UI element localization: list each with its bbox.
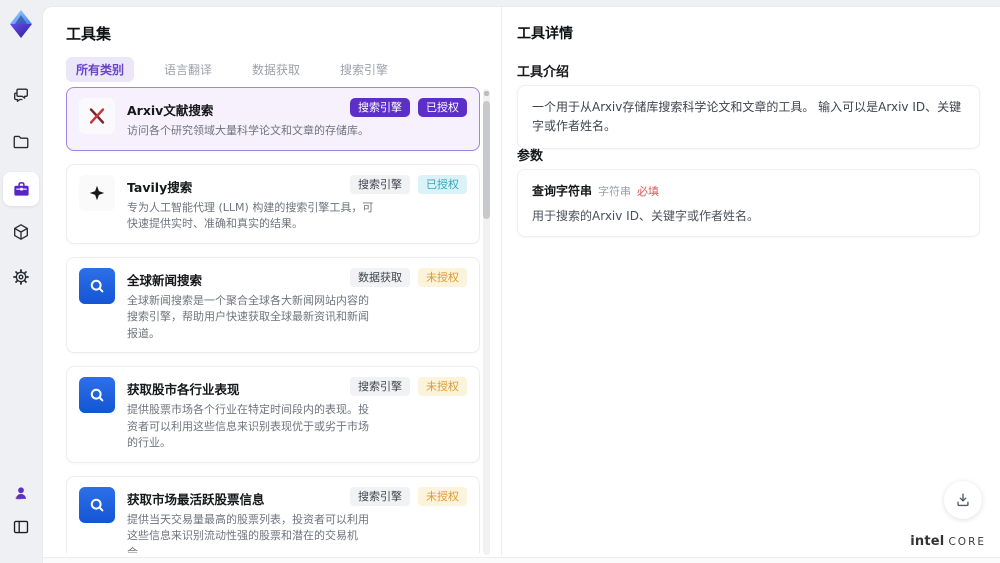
param-name: 查询字符串 [532,184,593,198]
arxiv-logo-icon [79,98,115,134]
download-icon [957,493,969,507]
category-badge: 搜索引擎 [350,486,410,506]
tool-description: 访问各个研究领域大量科学论文和文章的存储库。 [127,124,369,137]
tab-search-engine[interactable]: 搜索引擎 [330,57,398,82]
category-badge: 数据获取 [350,267,410,287]
gear-icon[interactable] [12,268,30,286]
blue-search-icon [79,486,115,523]
sidebar-item-tools-active[interactable] [3,172,39,206]
tab-data-acquisition[interactable]: 数据获取 [242,57,310,82]
detail-title: 工具详情 [517,26,573,42]
auth-badge: 已授权 [418,98,467,117]
param-type: 字符串 [598,185,632,198]
cube-icon[interactable] [12,223,30,241]
tool-description: 全球新闻搜索是一个聚合全球各大新闻网站内容的搜索引擎，帮助用户快速获取全球最新资… [127,293,369,340]
category-badge: 搜索引擎 [350,174,410,194]
page-title: 工具集 [66,25,112,43]
download-button[interactable] [944,481,982,519]
tool-description: 提供当天交易量最高的股票列表，投资者可以利用这些信息来识别流动性强的股票和潜在的… [127,512,369,554]
tab-all-categories[interactable]: 所有类别 [66,57,135,82]
tool-card-tavily[interactable]: Tavily搜索 搜索引擎 已授权 专为人工智能代理 (LLM) 构建的搜索引擎… [66,163,480,244]
category-badge: 搜索引擎 [350,377,410,396]
avatar-icon[interactable] [12,484,30,502]
tool-name: 获取市场最活跃股票信息 [127,491,265,507]
panel-divider [501,7,502,556]
tool-card-sector-performance[interactable]: 获取股市各行业表现 搜索引擎 未授权 提供股票市场各个行业在特定时间段内的表现。… [66,366,480,463]
auth-badge: 未授权 [418,486,467,506]
blue-search-icon [79,267,115,304]
auth-badge: 未授权 [418,267,467,287]
tool-card-global-news[interactable]: 全球新闻搜索 数据获取 未授权 全球新闻搜索是一个聚合全球各大新闻网站内容的搜索… [66,256,480,353]
panel-toggle-icon[interactable] [12,518,30,536]
list-scrollbar[interactable] [483,89,490,555]
intro-box: 一个用于从Arxiv存储库搜索科学论文和文章的工具。 输入可以是Arxiv ID… [517,85,980,150]
bottom-strip [43,557,1000,563]
folder-icon[interactable] [12,133,30,151]
tab-language-translation[interactable]: 语言翻译 [154,57,222,82]
tool-name: Arxiv文献搜索 [127,103,214,118]
brand-core: CORE [948,536,986,548]
intro-heading: 工具介绍 [517,65,570,80]
tool-list: Arxiv文献搜索 搜索引擎 已授权 访问各个研究领域大量科学论文和文章的存储库… [66,87,480,553]
tool-description: 专为人工智能代理 (LLM) 构建的搜索引擎工具，可快速提供实时、准确和真实的结… [127,200,374,231]
intel-core-logo: intel CORE [910,534,986,549]
brand-intel: intel [910,534,945,549]
tool-card-arxiv[interactable]: Arxiv文献搜索 搜索引擎 已授权 访问各个研究领域大量科学论文和文章的存储库… [66,87,480,151]
app-logo [7,9,35,39]
chat-icon[interactable] [12,86,30,104]
tavily-star-icon [79,174,115,211]
sidebar [0,0,42,563]
tool-name: 获取股市各行业表现 [127,382,240,397]
category-badge: 搜索引擎 [350,98,410,117]
scrollbar-cap [484,91,489,96]
param-description: 用于搜索的Arxiv ID、关键字或作者姓名。 [532,209,759,223]
params-heading: 参数 [517,149,544,164]
category-tabs: 所有类别 语言翻译 数据获取 搜索引擎 [66,57,398,82]
tool-name: Tavily搜索 [127,179,193,195]
scrollbar-thumb[interactable] [483,101,490,219]
tool-description: 提供股票市场各个行业在特定时间段内的表现。投资者可以利用这些信息来识别表现优于或… [127,403,369,449]
param-required-badge: 必填 [637,185,660,198]
auth-badge: 已授权 [418,174,467,194]
params-box: 查询字符串 字符串 必填 用于搜索的Arxiv ID、关键字或作者姓名。 [517,169,980,237]
main-panel: 工具集 所有类别 语言翻译 数据获取 搜索引擎 Arxiv文献搜索 搜索引擎 已… [42,6,1000,563]
tool-card-most-active-stocks[interactable]: 获取市场最活跃股票信息 搜索引擎 未授权 提供当天交易量最高的股票列表，投资者可… [66,475,480,554]
blue-search-icon [79,377,115,413]
tool-name: 全球新闻搜索 [127,272,203,288]
intro-text: 一个用于从Arxiv存储库搜索科学论文和文章的工具。 输入可以是Arxiv ID… [532,100,962,134]
auth-badge: 未授权 [418,377,467,396]
